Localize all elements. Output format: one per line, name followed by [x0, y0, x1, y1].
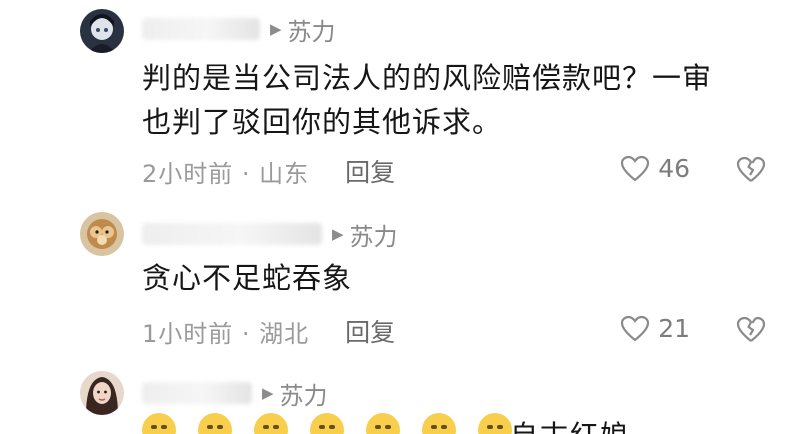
heart-outline-icon	[621, 155, 650, 181]
crying-emoji-icon	[310, 413, 344, 434]
crying-emoji-icon	[478, 413, 512, 434]
crying-emoji-icon	[254, 413, 288, 434]
reply-arrow-icon: ▶	[332, 225, 344, 243]
blurred-username[interactable]	[142, 18, 260, 40]
heart-outline-icon	[621, 315, 650, 341]
blurred-username[interactable]	[142, 223, 322, 245]
avatar[interactable]	[80, 371, 124, 415]
like-button[interactable]: 46	[620, 154, 690, 183]
like-count: 21	[658, 314, 690, 343]
author-name[interactable]: 苏力	[350, 217, 398, 252]
broken-heart-icon	[736, 156, 766, 182]
reply-button[interactable]: 回复	[345, 313, 395, 349]
emoji-row	[142, 413, 512, 434]
reply-arrow-icon: ▶	[262, 384, 274, 402]
blurred-username[interactable]	[142, 382, 252, 404]
dislike-button[interactable]	[736, 316, 766, 348]
reply-arrow-icon: ▶	[270, 20, 282, 38]
comment-header: ▶ 苏力	[142, 217, 398, 252]
comment-text-line: 也判了驳回你的其他诉求。	[142, 105, 503, 139]
comment-text: 自古红娘	[510, 414, 630, 434]
crying-emoji-icon	[366, 413, 400, 434]
crying-emoji-icon	[142, 413, 176, 434]
comment-text: 判的是当公司法人的的风险赔偿款吧？一审 也判了驳回你的其他诉求。	[142, 56, 712, 144]
author-name[interactable]: 苏力	[288, 12, 336, 47]
dislike-button[interactable]	[736, 156, 766, 188]
comment-text-line: 判的是当公司法人的的风险赔偿款吧？一审	[142, 61, 713, 95]
comment-text: 贪心不足蛇吞象	[142, 256, 352, 300]
reply-button[interactable]: 回复	[345, 153, 395, 189]
time-location: 2小时前 · 山东	[142, 159, 310, 188]
author-name[interactable]: 苏力	[280, 376, 328, 411]
avatar[interactable]	[80, 212, 124, 256]
comment-header: ▶ 苏力	[142, 12, 336, 47]
like-button[interactable]: 21	[620, 314, 690, 343]
time-location: 1小时前 · 湖北	[142, 319, 310, 348]
comment-header: ▶ 苏力	[142, 376, 328, 411]
broken-heart-icon	[736, 316, 766, 342]
like-count: 46	[658, 154, 690, 183]
crying-emoji-icon	[198, 413, 232, 434]
avatar[interactable]	[80, 9, 124, 53]
crying-emoji-icon	[422, 413, 456, 434]
comment-text-line: 贪心不足蛇吞象	[142, 261, 353, 295]
